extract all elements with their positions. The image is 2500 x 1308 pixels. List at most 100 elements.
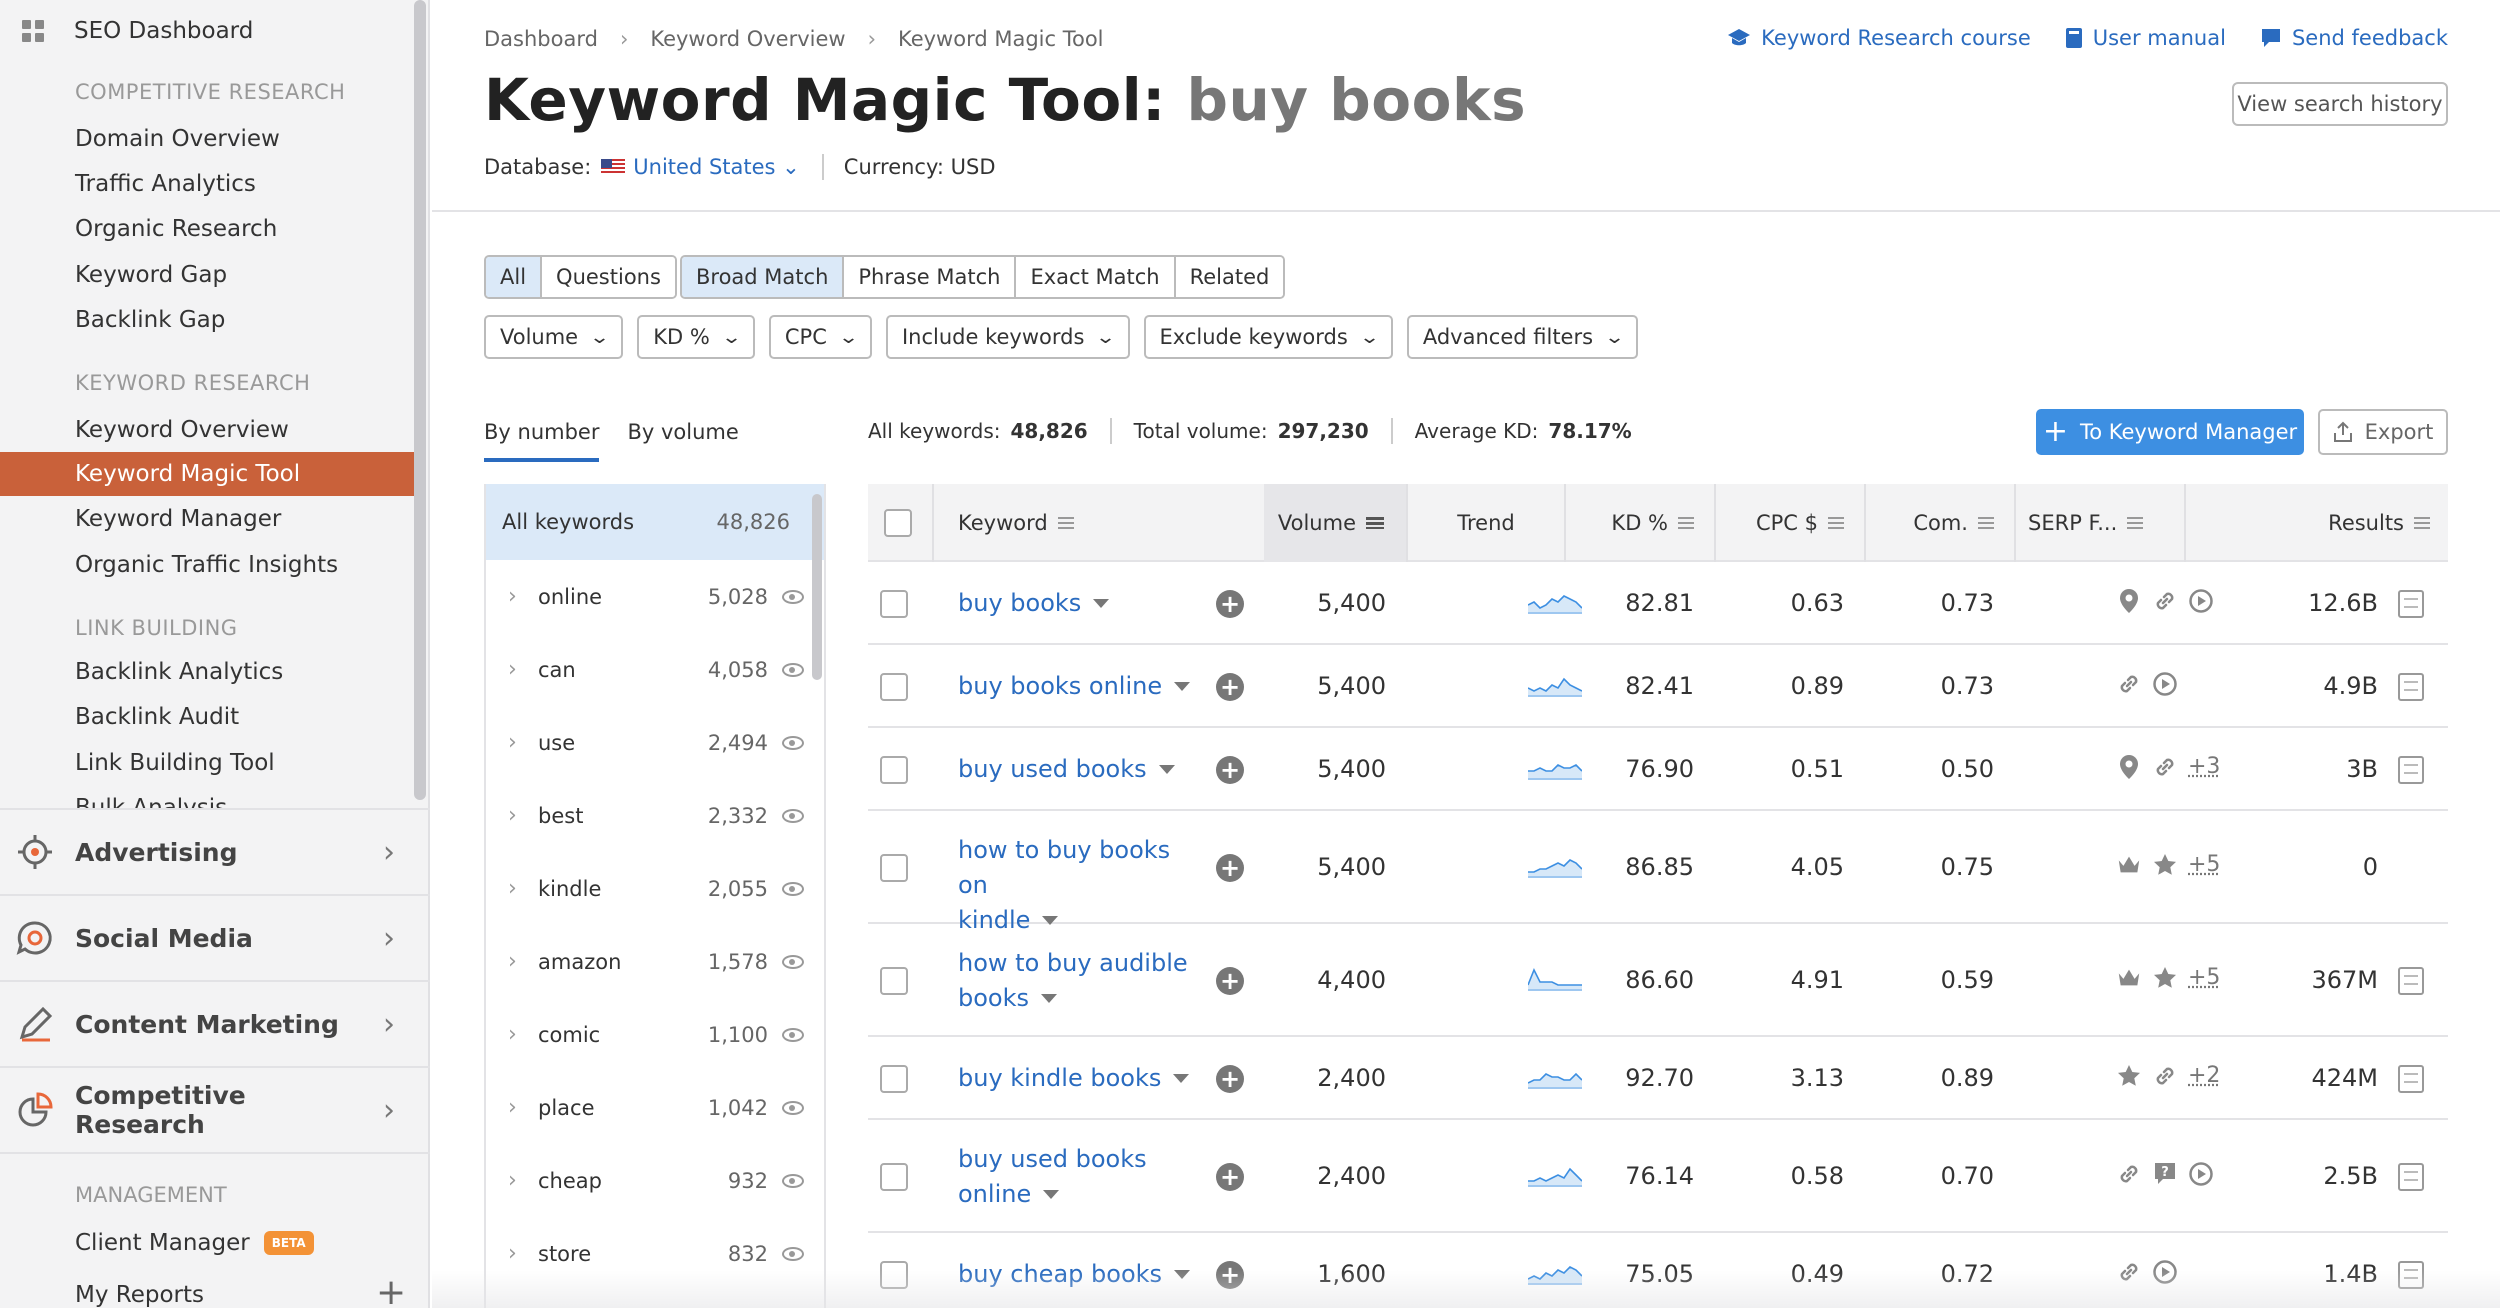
- group-row[interactable]: › use 2,494: [486, 706, 824, 779]
- include-keywords-dropdown[interactable]: Include keywords ⌄: [885, 315, 1130, 359]
- keyword-link[interactable]: how to buy audible books: [958, 946, 1203, 1016]
- view-search-history-button[interactable]: View search history: [2232, 82, 2448, 126]
- chevron-right-icon[interactable]: ›: [508, 657, 538, 682]
- groups-scrollbar[interactable]: [812, 494, 822, 680]
- serp-snapshot-icon[interactable]: [2398, 755, 2424, 784]
- eye-icon[interactable]: [782, 954, 804, 969]
- advanced-filters-dropdown[interactable]: Advanced filters ⌄: [1406, 315, 1639, 359]
- sidebar-group-social-media[interactable]: Social Media ›: [0, 894, 430, 980]
- group-row[interactable]: › cheap 932: [486, 1144, 824, 1217]
- sidebar-scrollbar[interactable]: [414, 0, 426, 800]
- tab-broad-match[interactable]: Broad Match: [682, 257, 845, 297]
- column-header-cpc[interactable]: CPC $: [1716, 484, 1864, 562]
- eye-icon[interactable]: [782, 1173, 804, 1188]
- chevron-right-icon[interactable]: ›: [508, 949, 538, 974]
- caret-down-icon[interactable]: [1043, 1190, 1060, 1199]
- keyword-link[interactable]: buy kindle books: [958, 1061, 1203, 1096]
- chevron-right-icon[interactable]: ›: [508, 584, 538, 609]
- group-row[interactable]: › place 1,042: [486, 1071, 824, 1144]
- serp-snapshot-icon[interactable]: [2398, 672, 2424, 701]
- eye-icon[interactable]: [782, 589, 804, 604]
- keyword-link[interactable]: buy books online: [958, 669, 1203, 704]
- sidebar-group-content-marketing[interactable]: Content Marketing ›: [0, 980, 430, 1066]
- tab-by-volume[interactable]: By volume: [627, 420, 738, 462]
- group-row[interactable]: › kindle 2,055: [486, 852, 824, 925]
- table-row[interactable]: buy books online +5,400 82.41 0.89 0.73 4.9B: [868, 645, 2448, 728]
- row-checkbox[interactable]: [880, 672, 908, 701]
- sidebar-item-my-reports[interactable]: My Reports: [75, 1282, 204, 1308]
- sidebar-item-backlink-audit[interactable]: Backlink Audit: [0, 695, 414, 739]
- sidebar-item-keyword-overview[interactable]: Keyword Overview: [0, 408, 414, 452]
- caret-down-icon[interactable]: [1158, 765, 1175, 774]
- tab-phrase-match[interactable]: Phrase Match: [844, 257, 1017, 297]
- caret-down-icon[interactable]: [1041, 994, 1058, 1003]
- eye-icon[interactable]: [782, 1027, 804, 1042]
- row-checkbox[interactable]: [880, 755, 908, 784]
- keyword-link[interactable]: buy used books: [958, 752, 1203, 787]
- tab-exact-match[interactable]: Exact Match: [1016, 257, 1176, 297]
- table-row[interactable]: buy kindle books +2,400 92.70 3.13 0.89 +2 424…: [868, 1037, 2448, 1120]
- keyword-research-course-link[interactable]: Keyword Research course: [1727, 26, 2031, 50]
- table-row[interactable]: buy used books +5,400 76.90 0.51 0.50 +3 3B: [868, 728, 2448, 811]
- row-checkbox[interactable]: [880, 853, 908, 882]
- breadcrumb-keyword-overview[interactable]: Keyword Overview: [650, 27, 845, 51]
- exclude-keywords-dropdown[interactable]: Exclude keywords ⌄: [1143, 315, 1393, 359]
- column-header-com[interactable]: Com.: [1866, 484, 2014, 562]
- keyword-link[interactable]: buy used books online: [958, 1142, 1203, 1212]
- group-all-keywords[interactable]: All keywords 48,826: [486, 484, 824, 560]
- add-to-list-plus-icon[interactable]: +: [1216, 853, 1244, 882]
- sidebar-item-bulk-analysis[interactable]: Bulk Analysis: [75, 795, 227, 808]
- eye-icon[interactable]: [782, 881, 804, 896]
- group-row[interactable]: › store 832: [486, 1217, 824, 1290]
- keyword-link[interactable]: buy books: [958, 586, 1203, 621]
- chevron-right-icon[interactable]: ›: [508, 730, 538, 755]
- group-row[interactable]: › amazon 1,578: [486, 925, 824, 998]
- group-row[interactable]: › can 4,058: [486, 633, 824, 706]
- caret-down-icon[interactable]: [1173, 1074, 1190, 1083]
- caret-down-icon[interactable]: [1174, 682, 1191, 691]
- keyword-link[interactable]: how to buy books on kindle: [958, 833, 1203, 938]
- row-checkbox[interactable]: [880, 1260, 908, 1289]
- serp-snapshot-icon[interactable]: [2398, 966, 2424, 995]
- add-to-list-plus-icon[interactable]: +: [1216, 1162, 1244, 1191]
- export-button[interactable]: Export: [2318, 409, 2448, 455]
- serp-snapshot-icon[interactable]: [2398, 589, 2424, 618]
- sidebar-item-keyword-magic-tool[interactable]: Keyword Magic Tool: [0, 452, 414, 496]
- tab-related[interactable]: Related: [1175, 257, 1284, 297]
- select-all-checkbox[interactable]: [884, 509, 912, 537]
- volume-filter-dropdown[interactable]: Volume ⌄: [484, 315, 624, 359]
- chevron-right-icon[interactable]: ›: [508, 1095, 538, 1120]
- chevron-right-icon[interactable]: ›: [508, 1168, 538, 1193]
- sidebar-group-advertising[interactable]: Advertising ›: [0, 808, 430, 894]
- add-to-list-plus-icon[interactable]: +: [1216, 1260, 1244, 1289]
- table-row[interactable]: how to buy books on kindle +5,400 86.85 4.05…: [868, 811, 2448, 934]
- serp-snapshot-icon[interactable]: [2398, 1162, 2424, 1191]
- tab-by-number[interactable]: By number: [484, 420, 600, 462]
- table-row[interactable]: buy books +5,400 82.81 0.63 0.73 12.6B: [868, 562, 2448, 645]
- add-to-list-plus-icon[interactable]: +: [1216, 1064, 1244, 1093]
- eye-icon[interactable]: [782, 1100, 804, 1115]
- group-row[interactable]: › online 5,028: [486, 560, 824, 633]
- add-report-plus-icon[interactable]: +: [376, 1272, 406, 1308]
- eye-icon[interactable]: [782, 808, 804, 823]
- add-to-list-plus-icon[interactable]: +: [1216, 755, 1244, 784]
- column-header-volume[interactable]: Volume: [1264, 484, 1406, 562]
- group-row[interactable]: › best 2,332: [486, 779, 824, 852]
- add-to-list-plus-icon[interactable]: +: [1216, 672, 1244, 701]
- sidebar-item-client-manager[interactable]: Client Manager BETA: [75, 1230, 314, 1256]
- cpc-filter-dropdown[interactable]: CPC ⌄: [768, 315, 872, 359]
- column-header-serp-features[interactable]: SERP F...: [2028, 484, 2184, 562]
- table-row[interactable]: buy used books online +2,400 76.14 0.58 0.70?…: [868, 1120, 2448, 1233]
- sidebar-item-domain-overview[interactable]: Domain Overview: [0, 117, 414, 161]
- add-to-list-plus-icon[interactable]: +: [1216, 966, 1244, 995]
- row-checkbox[interactable]: [880, 966, 908, 995]
- tab-questions[interactable]: Questions: [542, 257, 675, 297]
- group-row[interactable]: › comic 1,100: [486, 998, 824, 1071]
- table-row[interactable]: buy cheap books +1,600 75.05 0.49 0.72 1.4B: [868, 1233, 2448, 1308]
- chevron-right-icon[interactable]: ›: [508, 876, 538, 901]
- sidebar-item-seo-dashboard[interactable]: SEO Dashboard: [22, 18, 253, 44]
- sidebar-item-keyword-gap[interactable]: Keyword Gap: [0, 253, 414, 297]
- sidebar-item-backlink-analytics[interactable]: Backlink Analytics: [0, 650, 414, 694]
- sidebar-group-competitive-research[interactable]: Competitive Research ›: [0, 1066, 430, 1152]
- sidebar-item-backlink-gap[interactable]: Backlink Gap: [0, 298, 414, 342]
